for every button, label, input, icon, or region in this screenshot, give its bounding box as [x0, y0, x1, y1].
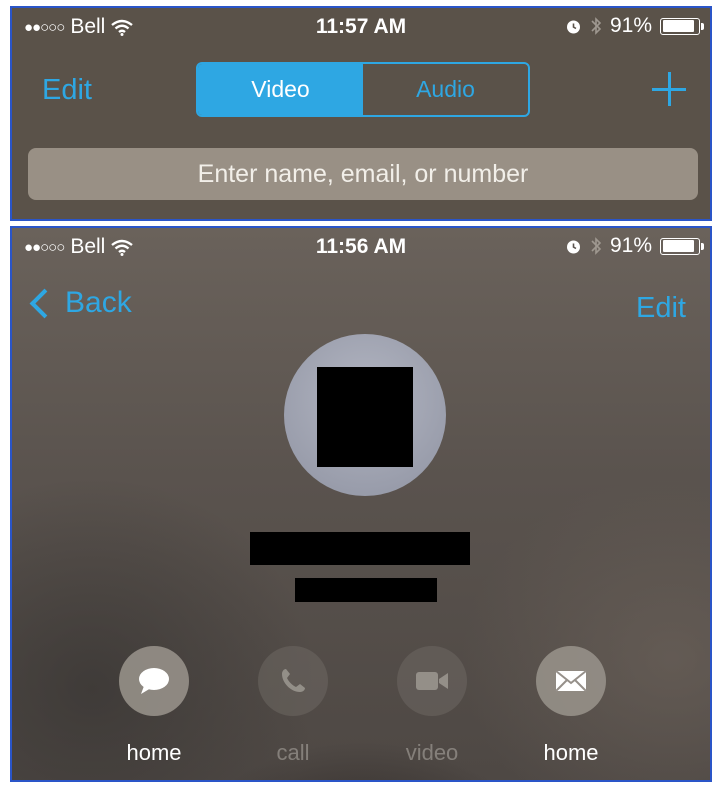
- envelope-icon: [555, 670, 587, 692]
- action-label: call: [276, 740, 310, 765]
- action-label: home: [543, 740, 599, 765]
- add-icon[interactable]: [652, 72, 686, 106]
- search-input[interactable]: Enter name, email, or number: [28, 148, 698, 200]
- action-label: home: [126, 740, 182, 765]
- call-action[interactable]: call: [238, 646, 348, 766]
- bluetooth-icon: [591, 237, 602, 255]
- edit-button[interactable]: Edit: [42, 74, 92, 107]
- contact-name-redacted: [250, 532, 470, 565]
- chevron-left-icon: [29, 288, 60, 318]
- segment-video[interactable]: Video: [198, 64, 363, 115]
- contact-subtitle-redacted: [295, 578, 437, 602]
- battery-icon: [660, 237, 704, 255]
- video-camera-icon: [416, 672, 448, 690]
- facetime-list-screen: ●●○○○ Bell 11:57 AM 91% Edit Video Audio: [10, 6, 712, 221]
- back-label: Back: [65, 286, 132, 319]
- bluetooth-icon: [591, 17, 602, 35]
- action-label: video: [405, 740, 459, 765]
- edit-button[interactable]: Edit: [636, 292, 686, 325]
- battery-percentage: 91%: [609, 234, 652, 257]
- video-action[interactable]: video: [377, 646, 487, 766]
- status-bar: ●●○○○ Bell 11:56 AM 91%: [12, 228, 710, 264]
- redaction-box: [317, 367, 413, 467]
- alarm-clock-icon: [566, 20, 580, 33]
- battery-percentage: 91%: [609, 14, 652, 37]
- battery-icon: [660, 17, 704, 35]
- alarm-clock-icon: [566, 240, 580, 253]
- mail-action[interactable]: home: [516, 646, 626, 766]
- video-audio-segmented-control: Video Audio: [196, 62, 530, 117]
- phone-icon: [282, 669, 305, 692]
- avatar: [284, 334, 446, 496]
- message-action[interactable]: home: [99, 646, 209, 766]
- contact-detail-screen: ●●○○○ Bell 11:56 AM 91% Back Edit home c…: [10, 226, 712, 782]
- segment-audio[interactable]: Audio: [363, 64, 528, 115]
- back-button[interactable]: Back: [26, 286, 132, 320]
- status-bar: ●●○○○ Bell 11:57 AM 91%: [12, 8, 710, 44]
- message-bubble-icon: [139, 668, 169, 694]
